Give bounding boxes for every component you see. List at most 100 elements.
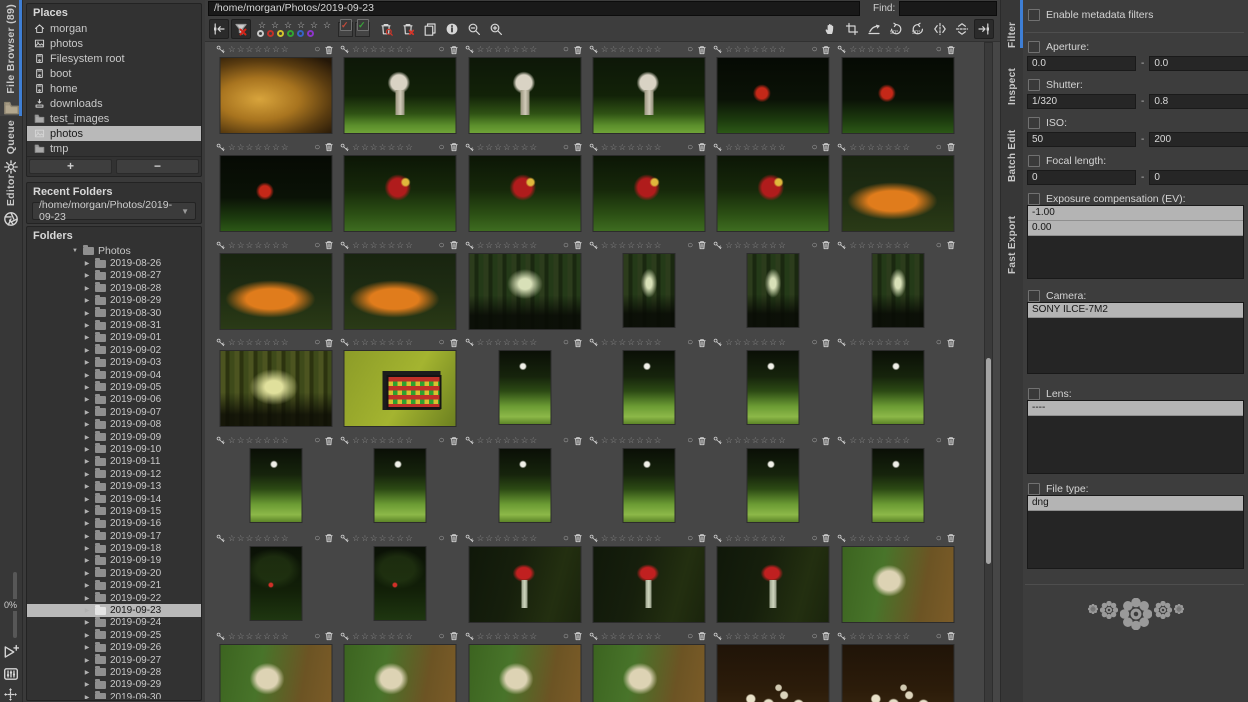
tree-item-2019-09-14[interactable]: ▶2019-09-14 bbox=[27, 493, 201, 505]
photo-thumbnail[interactable] bbox=[220, 253, 333, 330]
shutter-to-field[interactable]: 0.8 bbox=[1149, 94, 1248, 109]
photo-thumbnail[interactable] bbox=[250, 546, 303, 621]
expander-icon[interactable]: ▶ bbox=[83, 657, 91, 664]
thumbnail-cell-20[interactable]: ☆☆☆☆☆☆☆○ bbox=[338, 335, 462, 433]
expander-icon[interactable]: ▶ bbox=[83, 595, 91, 602]
rank-stars[interactable]: ☆☆☆☆☆☆☆ bbox=[601, 240, 663, 251]
tree-item-2019-09-08[interactable]: ▶2019-09-08 bbox=[27, 418, 201, 430]
expander-icon[interactable]: ▶ bbox=[83, 260, 91, 267]
expander-icon[interactable]: ▶ bbox=[83, 533, 91, 540]
thumbnail-cell-1[interactable]: ☆☆☆☆☆☆☆○ bbox=[214, 42, 338, 140]
profile-key-icon[interactable] bbox=[465, 241, 474, 250]
rank-stars[interactable]: ☆☆☆☆☆☆☆ bbox=[352, 142, 414, 153]
color-label-icon[interactable]: ○ bbox=[314, 632, 320, 641]
add-place-button[interactable]: + bbox=[29, 159, 112, 174]
trash-icon[interactable] bbox=[573, 142, 583, 152]
photo-thumbnail[interactable] bbox=[344, 57, 457, 134]
profile-key-icon[interactable] bbox=[837, 241, 846, 250]
color-label-icon[interactable]: ○ bbox=[687, 534, 693, 543]
color-label-filter-3[interactable] bbox=[287, 30, 294, 37]
tree-item-2019-09-06[interactable]: ▶2019-09-06 bbox=[27, 394, 201, 406]
profile-key-icon[interactable] bbox=[713, 632, 722, 641]
trash-icon[interactable] bbox=[573, 338, 583, 348]
trash-icon[interactable] bbox=[449, 240, 459, 250]
thumbnail-cell-25[interactable]: ☆☆☆☆☆☆☆○ bbox=[214, 433, 338, 531]
rank-stars[interactable]: ☆☆☆☆☆☆☆ bbox=[725, 631, 787, 642]
color-label-icon[interactable]: ○ bbox=[687, 241, 693, 250]
tab-inspect[interactable]: Inspect bbox=[1001, 48, 1023, 105]
color-label-icon[interactable]: ○ bbox=[314, 45, 320, 54]
trash-icon[interactable] bbox=[946, 45, 956, 55]
profile-key-icon[interactable] bbox=[837, 534, 846, 543]
color-label-filter-2[interactable] bbox=[277, 30, 284, 37]
focal-length-from-field[interactable]: 0 bbox=[1027, 170, 1136, 185]
tree-item-2019-09-23[interactable]: ▶2019-09-23 bbox=[27, 604, 201, 616]
color-label-icon[interactable]: ○ bbox=[563, 534, 569, 543]
photo-thumbnail[interactable] bbox=[468, 155, 581, 232]
thumbnail-cell-16[interactable]: ☆☆☆☆☆☆☆ ○ bbox=[587, 238, 711, 336]
expander-icon[interactable]: ▶ bbox=[83, 421, 91, 428]
photo-thumbnail[interactable] bbox=[717, 155, 830, 232]
photo-thumbnail[interactable] bbox=[593, 155, 706, 232]
thumbnail-cell-27[interactable]: ☆☆☆☆☆☆☆○ bbox=[463, 433, 587, 531]
expander-icon[interactable]: ▶ bbox=[83, 545, 91, 552]
tree-item-2019-09-28[interactable]: ▶2019-09-28 bbox=[27, 666, 201, 678]
list-item-selected[interactable]: ---- bbox=[1028, 401, 1243, 416]
expander-icon[interactable]: ▶ bbox=[83, 681, 91, 688]
color-label-icon[interactable]: ○ bbox=[439, 436, 445, 445]
trash-icon[interactable] bbox=[449, 338, 459, 348]
thumbnail-cell-2[interactable]: ☆☆☆☆☆☆☆○ bbox=[338, 42, 462, 140]
rank-stars[interactable]: ☆☆☆☆☆☆☆ bbox=[477, 533, 539, 544]
trash-icon[interactable] bbox=[821, 436, 831, 446]
color-label-icon[interactable]: ○ bbox=[936, 143, 942, 152]
profile-key-icon[interactable] bbox=[216, 143, 225, 152]
profile-key-icon[interactable] bbox=[340, 45, 349, 54]
tab-fast-export[interactable]: Fast Export bbox=[1001, 182, 1023, 274]
rank-stars[interactable]: ☆☆☆☆☆☆☆ bbox=[352, 435, 414, 446]
rank-stars[interactable]: ☆☆☆☆☆☆☆ bbox=[352, 337, 414, 348]
tree-item-2019-09-27[interactable]: ▶2019-09-27 bbox=[27, 654, 201, 666]
tree-item-2019-09-18[interactable]: ▶2019-09-18 bbox=[27, 542, 201, 554]
rank-stars[interactable]: ☆☆☆☆☆☆☆ bbox=[849, 631, 911, 642]
expander-icon[interactable]: ▶ bbox=[83, 372, 91, 379]
color-label-icon[interactable]: ○ bbox=[439, 241, 445, 250]
profile-key-icon[interactable] bbox=[589, 338, 598, 347]
tree-item-2019-09-02[interactable]: ▶2019-09-02 bbox=[27, 344, 201, 356]
color-label-filter-5[interactable] bbox=[307, 30, 314, 37]
tab-batch-edit[interactable]: Batch Edit bbox=[1001, 105, 1023, 182]
tree-item-2019-09-19[interactable]: ▶2019-09-19 bbox=[27, 555, 201, 567]
show-edited-button[interactable]: ✓ bbox=[355, 22, 370, 37]
trash-icon[interactable] bbox=[573, 45, 583, 55]
tree-item-2019-09-29[interactable]: ▶2019-09-29 bbox=[27, 679, 201, 691]
rotate-left-button[interactable]: 90° bbox=[886, 19, 906, 39]
star-filter-4[interactable]: ☆ bbox=[309, 21, 319, 29]
flip-vertical-button[interactable] bbox=[930, 19, 950, 39]
checkbox-icon[interactable] bbox=[1028, 483, 1040, 495]
profile-key-icon[interactable] bbox=[465, 436, 474, 445]
tab-file-browser-89[interactable]: File Browser (89) bbox=[0, 0, 22, 116]
thumbnail-cell-28[interactable]: ☆☆☆☆☆☆☆○ bbox=[587, 433, 711, 531]
photo-thumbnail[interactable] bbox=[468, 644, 581, 702]
photo-thumbnail[interactable] bbox=[717, 546, 830, 623]
tree-item-2019-09-07[interactable]: ▶2019-09-07 bbox=[27, 406, 201, 418]
rank-stars[interactable]: ☆☆☆☆☆☆☆ bbox=[477, 435, 539, 446]
place-item-test-images[interactable]: test_images bbox=[27, 111, 201, 126]
photo-thumbnail[interactable] bbox=[593, 57, 706, 134]
expander-open-icon[interactable]: ▼ bbox=[71, 248, 79, 254]
crop-button[interactable] bbox=[842, 19, 862, 39]
flip-horizontal-button[interactable] bbox=[952, 19, 972, 39]
checkbox-icon[interactable] bbox=[1028, 117, 1040, 129]
color-label-icon[interactable]: ○ bbox=[439, 632, 445, 641]
toggle-left-panel-button[interactable] bbox=[209, 19, 229, 39]
profile-key-icon[interactable] bbox=[465, 338, 474, 347]
profile-key-icon[interactable] bbox=[589, 143, 598, 152]
profile-key-icon[interactable] bbox=[340, 632, 349, 641]
rank-stars[interactable]: ☆☆☆☆☆☆☆ bbox=[228, 631, 290, 642]
tree-item-2019-09-01[interactable]: ▶2019-09-01 bbox=[27, 332, 201, 344]
expander-icon[interactable]: ▶ bbox=[83, 434, 91, 441]
filter-focal-length[interactable]: Focal length: bbox=[1028, 155, 1106, 167]
star-filter-0[interactable]: ☆ bbox=[257, 21, 267, 29]
color-label-icon[interactable]: ○ bbox=[936, 534, 942, 543]
tree-root-photos[interactable]: ▼Photos bbox=[27, 245, 201, 257]
trash-icon[interactable] bbox=[946, 533, 956, 543]
